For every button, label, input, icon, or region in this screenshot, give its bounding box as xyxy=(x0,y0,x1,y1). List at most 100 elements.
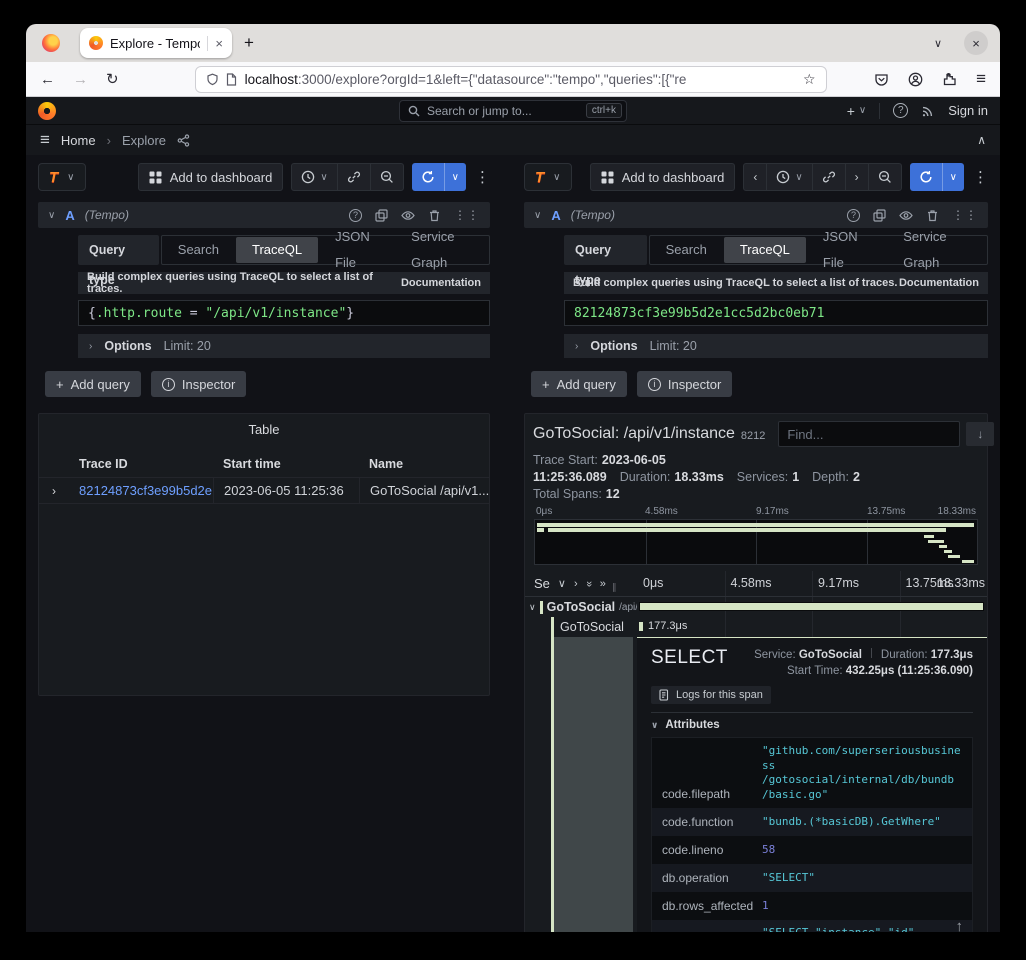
tab-close-icon[interactable]: × xyxy=(215,36,223,51)
service-column-label[interactable]: Se xyxy=(534,576,550,591)
page-icon[interactable] xyxy=(226,73,237,86)
col-trace-id[interactable]: Trace ID xyxy=(69,457,213,471)
collapse-all-icon[interactable]: » xyxy=(600,578,606,590)
zoom-out-button[interactable] xyxy=(868,164,901,190)
inspector-button[interactable]: i Inspector xyxy=(151,371,246,397)
chevron-down-icon[interactable]: ∨ xyxy=(558,577,566,590)
col-name[interactable]: Name xyxy=(359,457,489,471)
shield-icon[interactable] xyxy=(206,73,219,86)
browser-tab[interactable]: Explore - Tempo × xyxy=(80,28,232,58)
trash-icon[interactable] xyxy=(428,209,441,222)
tab-traceql[interactable]: TraceQL xyxy=(236,237,318,263)
menu-icon[interactable]: ≡ xyxy=(976,69,986,89)
run-query-button[interactable]: ∨ xyxy=(412,163,466,191)
run-query-dropdown[interactable]: ∨ xyxy=(444,163,466,191)
panel-title[interactable]: Table xyxy=(39,414,489,437)
help-icon[interactable]: ? xyxy=(893,103,908,118)
span-row-root[interactable]: ∨ GoToSocial /api/v1/instance xyxy=(525,597,987,617)
scroll-to-top-icon[interactable]: ↑ xyxy=(956,918,964,932)
documentation-link[interactable]: Documentation xyxy=(899,277,979,289)
link-button[interactable] xyxy=(337,164,370,190)
time-forward-button[interactable]: › xyxy=(845,164,868,190)
row-expand-icon[interactable]: › xyxy=(39,484,69,498)
tab-service-graph[interactable]: Service Graph xyxy=(395,224,489,276)
new-menu-button[interactable]: + ∨ xyxy=(847,103,867,119)
query-help-icon[interactable]: ? xyxy=(847,209,860,222)
firefox-logo-icon[interactable] xyxy=(42,34,60,52)
options-row[interactable]: › Options Limit: 20 xyxy=(78,334,490,358)
drag-handle-icon[interactable]: ⋮⋮ xyxy=(454,208,480,222)
copy-icon[interactable] xyxy=(873,209,886,222)
add-query-button[interactable]: + Add query xyxy=(45,371,141,397)
documentation-link[interactable]: Documentation xyxy=(401,277,481,289)
share-icon[interactable] xyxy=(177,134,190,147)
window-close-button[interactable]: × xyxy=(964,31,988,55)
traceql-query-input[interactable]: 82124873cf3e99b5d2e1cc5d2bc0eb71 xyxy=(564,300,988,326)
sign-in-button[interactable]: Sign in xyxy=(948,103,988,118)
pocket-icon[interactable] xyxy=(874,72,889,87)
trash-icon[interactable] xyxy=(926,209,939,222)
column-resize-handle[interactable]: ∥ xyxy=(612,582,617,593)
options-row[interactable]: › Options Limit: 20 xyxy=(564,334,988,358)
tab-search[interactable]: Search xyxy=(162,237,235,263)
datasource-picker[interactable]: T ∨ xyxy=(524,163,572,191)
account-icon[interactable] xyxy=(908,72,923,87)
expand-all-icon[interactable]: » xyxy=(583,580,595,586)
query-help-icon[interactable]: ? xyxy=(349,209,362,222)
time-picker-button[interactable]: ∨ xyxy=(292,164,336,190)
reload-icon[interactable]: ↻ xyxy=(106,70,119,88)
search-box[interactable]: Search or jump to... ctrl+k xyxy=(399,100,627,122)
traceql-query-input[interactable]: {.http.route = "/api/v1/instance"} xyxy=(78,300,490,326)
time-back-button[interactable]: ‹ xyxy=(744,164,766,190)
attributes-section-header[interactable]: ∨ Attributes xyxy=(651,719,973,731)
tab-search[interactable]: Search xyxy=(650,237,723,263)
extensions-icon[interactable] xyxy=(942,72,957,87)
datasource-picker[interactable]: T ∨ xyxy=(38,163,86,191)
link-button[interactable] xyxy=(812,164,845,190)
span-collapse-icon[interactable]: ∨ xyxy=(529,602,536,613)
trace-minimap[interactable] xyxy=(534,519,978,565)
back-icon[interactable]: ← xyxy=(40,71,55,88)
run-query-dropdown[interactable]: ∨ xyxy=(942,163,964,191)
time-picker-button[interactable]: ∨ xyxy=(766,164,811,190)
span-duration-bar[interactable] xyxy=(639,622,643,631)
trace-id-link[interactable]: 82124873cf3e99b5d2e1... xyxy=(69,478,213,503)
col-start-time[interactable]: Start time xyxy=(213,457,359,471)
news-icon[interactable] xyxy=(921,104,935,118)
forward-icon[interactable]: → xyxy=(73,71,88,88)
tab-service-graph[interactable]: Service Graph xyxy=(887,224,987,276)
tab-json-file[interactable]: JSON File xyxy=(807,224,887,276)
span-row-child[interactable]: GoToSocial 177.3μs xyxy=(525,617,987,637)
tab-traceql[interactable]: TraceQL xyxy=(724,237,806,263)
table-row[interactable]: › 82124873cf3e99b5d2e1... 2023-06-05 11:… xyxy=(39,477,489,504)
mega-menu-icon[interactable]: ≡ xyxy=(40,130,50,150)
add-to-dashboard-button[interactable]: Add to dashboard xyxy=(590,163,736,191)
grafana-logo-icon[interactable] xyxy=(38,102,56,120)
inspector-button[interactable]: i Inspector xyxy=(637,371,732,397)
zoom-out-button[interactable] xyxy=(370,164,403,190)
breadcrumb-home[interactable]: Home xyxy=(61,133,96,148)
more-options-icon[interactable]: ⋮ xyxy=(973,168,988,186)
selected-span-highlight[interactable] xyxy=(554,637,633,932)
span-duration-bar[interactable] xyxy=(639,602,984,611)
add-to-dashboard-button[interactable]: Add to dashboard xyxy=(138,163,284,191)
eye-icon[interactable] xyxy=(401,210,415,221)
run-query-button[interactable]: ∨ xyxy=(910,163,964,191)
eye-icon[interactable] xyxy=(899,210,913,221)
copy-icon[interactable] xyxy=(375,209,388,222)
logs-for-span-button[interactable]: Logs for this span xyxy=(651,686,771,704)
more-options-icon[interactable]: ⋮ xyxy=(475,168,490,186)
collapse-chevron-icon[interactable]: ∧ xyxy=(977,133,986,147)
collapse-icon[interactable]: ∨ xyxy=(534,210,541,221)
collapse-icon[interactable]: ∨ xyxy=(48,210,55,221)
url-bar[interactable]: localhost:3000/explore?orgId=1&left={"da… xyxy=(195,66,827,93)
expand-one-icon[interactable]: › xyxy=(574,578,578,590)
list-tabs-icon[interactable]: ∨ xyxy=(934,37,942,50)
find-next-button[interactable]: ↓ xyxy=(966,422,994,446)
add-query-button[interactable]: + Add query xyxy=(531,371,627,397)
find-input[interactable] xyxy=(778,421,960,447)
tab-json-file[interactable]: JSON File xyxy=(319,224,395,276)
bookmark-star-icon[interactable]: ☆ xyxy=(803,71,816,88)
drag-handle-icon[interactable]: ⋮⋮ xyxy=(952,208,978,222)
new-tab-button[interactable]: + xyxy=(244,33,254,53)
